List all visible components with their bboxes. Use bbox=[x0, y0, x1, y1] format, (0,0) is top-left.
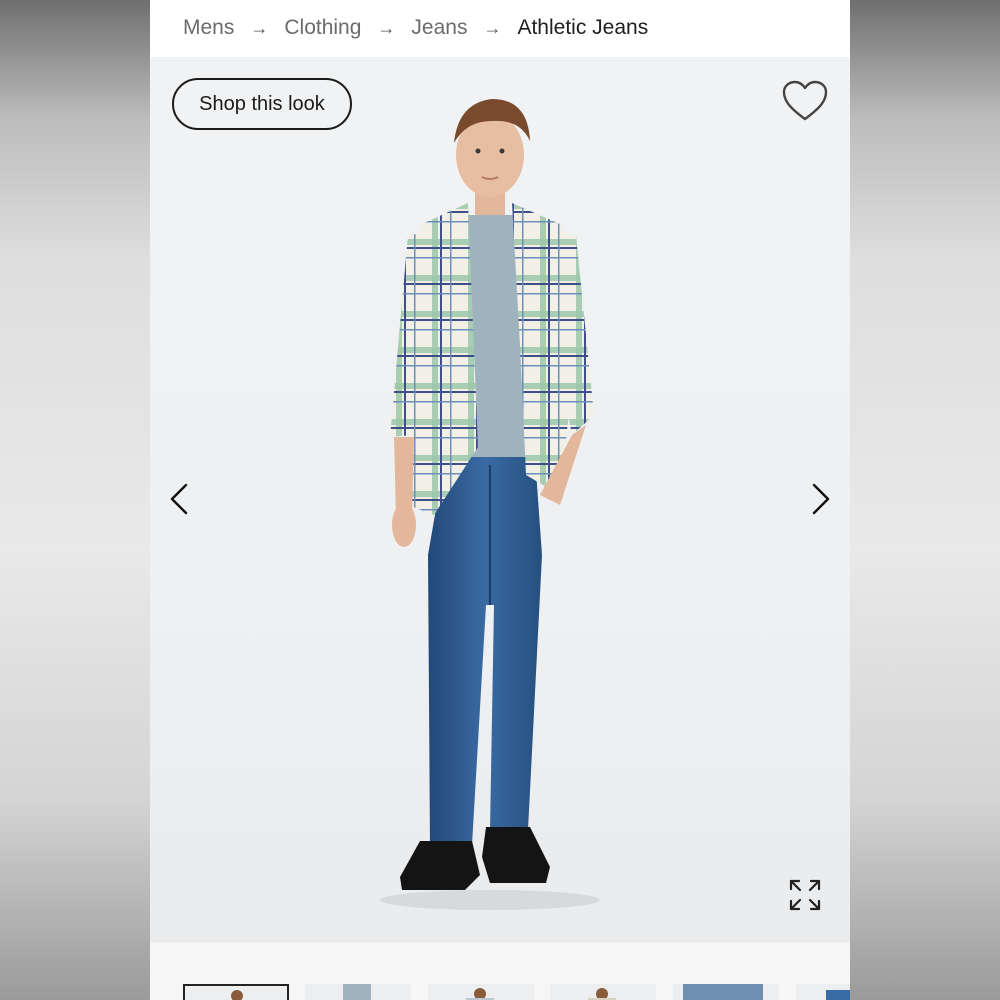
product-photo bbox=[380, 99, 600, 910]
breadcrumb-mens[interactable]: Mens bbox=[183, 16, 234, 40]
breadcrumb: Mens → Clothing → Jeans → Athletic Jeans bbox=[150, 0, 850, 56]
breadcrumb-current: Athletic Jeans bbox=[517, 16, 649, 39]
product-image-gallery[interactable]: Shop this look bbox=[150, 57, 850, 941]
thumbnail-5[interactable] bbox=[673, 984, 779, 1000]
thumbnail-2[interactable] bbox=[305, 984, 411, 1000]
thumbnail-1[interactable] bbox=[183, 984, 289, 1000]
breadcrumb-separator: → bbox=[250, 17, 269, 38]
breadcrumb-separator: → bbox=[483, 17, 502, 38]
expand-icon[interactable] bbox=[786, 876, 824, 914]
chevron-right-icon[interactable] bbox=[806, 477, 836, 521]
breadcrumb-separator: → bbox=[377, 17, 396, 38]
thumbnail-strip bbox=[150, 941, 850, 1000]
shop-this-look-button[interactable]: Shop this look bbox=[172, 78, 352, 130]
chevron-left-icon[interactable] bbox=[164, 477, 194, 521]
breadcrumb-jeans[interactable]: Jeans bbox=[411, 16, 467, 40]
thumbnail-4[interactable] bbox=[550, 984, 656, 1000]
thumbnail-3[interactable] bbox=[428, 984, 534, 1000]
thumbnail-6[interactable] bbox=[796, 984, 850, 1000]
product-page: Mens → Clothing → Jeans → Athletic Jeans bbox=[150, 0, 850, 1000]
breadcrumb-clothing[interactable]: Clothing bbox=[284, 16, 361, 40]
heart-icon[interactable] bbox=[780, 78, 830, 124]
